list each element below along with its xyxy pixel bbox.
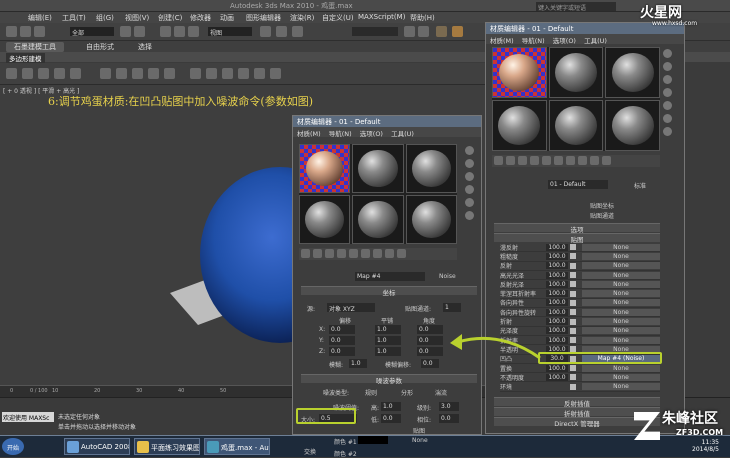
annotation-layer [450, 334, 541, 360]
annotation-arrowhead [450, 334, 462, 350]
annotation-arrow [457, 336, 541, 360]
